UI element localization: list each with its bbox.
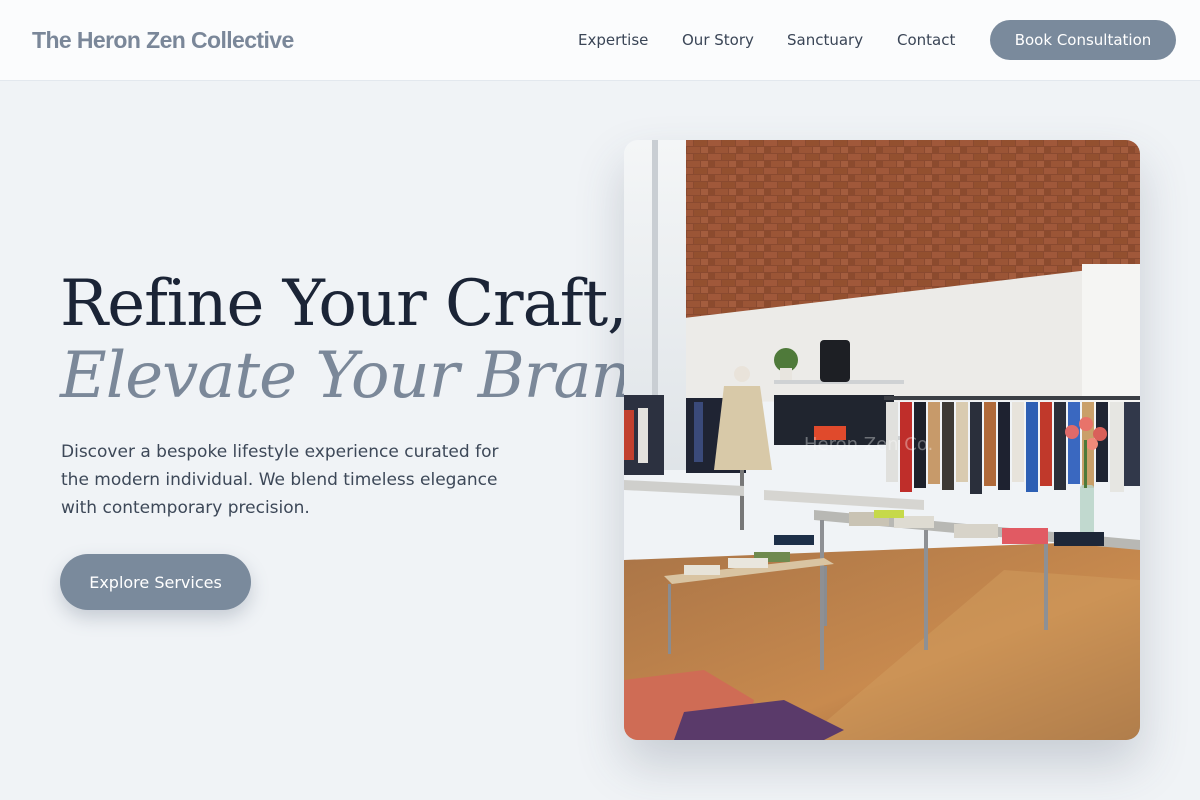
explore-services-button[interactable]: Explore Services <box>60 554 251 610</box>
hero-description: Discover a bespoke lifestyle experience … <box>61 442 499 518</box>
nav-link-contact[interactable]: Contact <box>897 29 955 51</box>
nav-link-sanctuary[interactable]: Sanctuary <box>787 29 863 51</box>
headline-line-2: Elevate Your Brand. <box>60 339 691 413</box>
hero-store-image: Heron Zen Co. <box>624 140 1140 740</box>
nav-link-our-story[interactable]: Our Story <box>682 29 754 51</box>
hero-headline: Refine Your Craft, Elevate Your Brand. <box>60 267 691 413</box>
brand-logo[interactable]: The Heron Zen Collective <box>32 24 294 56</box>
image-watermark: Heron Zen Co. <box>804 434 933 455</box>
book-consultation-button[interactable]: Book Consultation <box>990 20 1176 60</box>
site-header: The Heron Zen Collective Expertise Our S… <box>0 0 1200 81</box>
headline-line-1: Refine Your Craft, <box>60 267 628 341</box>
nav-link-expertise[interactable]: Expertise <box>578 29 648 51</box>
